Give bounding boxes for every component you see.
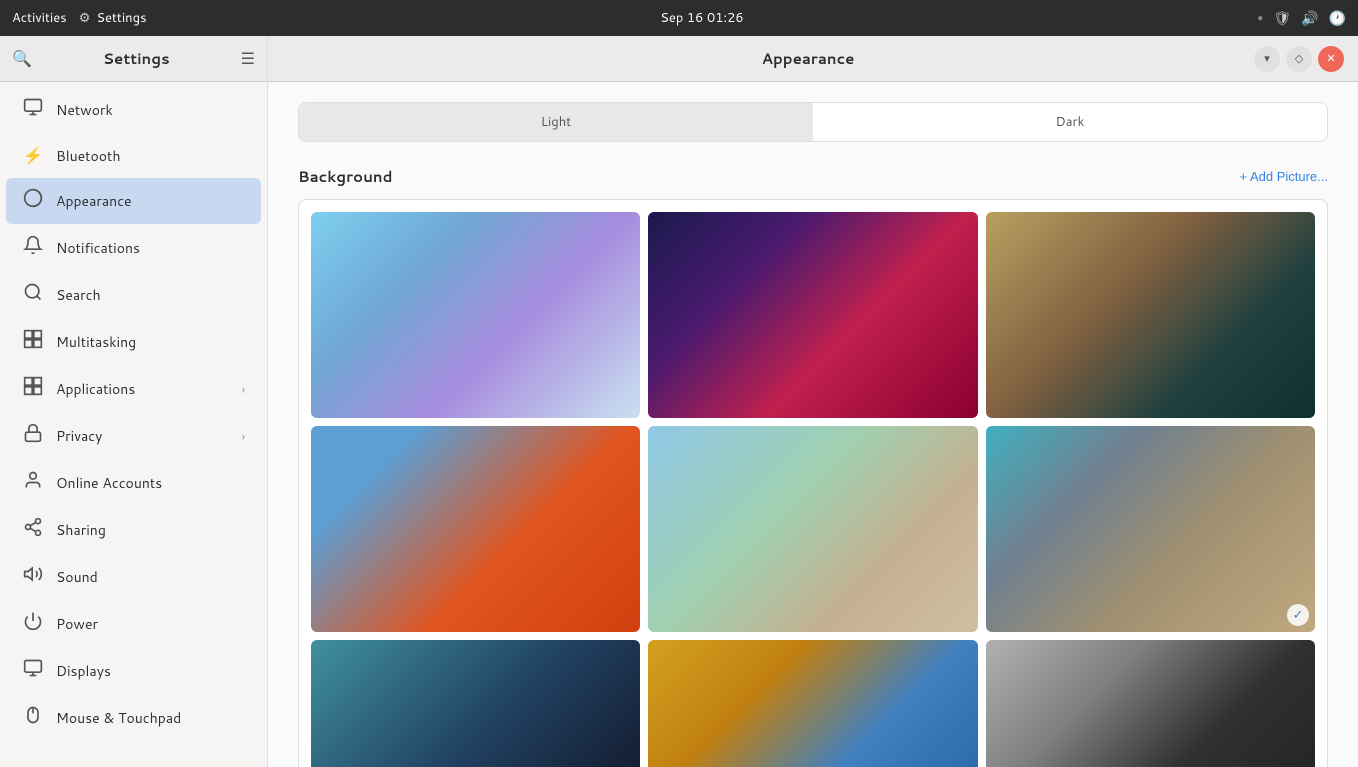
network-icon	[22, 97, 44, 123]
sound-icon	[22, 564, 44, 590]
background-section-header: Background + Add Picture...	[298, 166, 1328, 187]
multitasking-icon	[22, 329, 44, 355]
sidebar-item-applications[interactable]: Applications ›	[6, 366, 261, 412]
dot-icon: ●	[1257, 11, 1263, 25]
sidebar-nav: Network ⚡ Bluetooth Appearance Notificat…	[0, 82, 267, 746]
sidebar-item-label-power: Power	[56, 614, 245, 634]
sidebar-item-bluetooth[interactable]: ⚡ Bluetooth	[6, 134, 261, 177]
online-accounts-icon	[22, 470, 44, 496]
window-close-button[interactable]: ✕	[1318, 46, 1344, 72]
sharing-icon	[22, 517, 44, 543]
settings-gear-icon: ⚙	[79, 9, 91, 27]
main-panel: Appearance ▾ ◇ ✕ Light Dark Background +…	[268, 36, 1358, 767]
sidebar-item-mouse-touchpad[interactable]: Mouse & Touchpad	[6, 695, 261, 741]
sidebar-item-power[interactable]: Power	[6, 601, 261, 647]
topbar-settings: ⚙ Settings	[79, 9, 147, 27]
theme-toggle: Light Dark	[298, 102, 1328, 142]
wallpaper-item-9[interactable]	[986, 640, 1315, 767]
sidebar-item-sharing[interactable]: Sharing	[6, 507, 261, 553]
sidebar-item-label-privacy: Privacy	[56, 426, 230, 446]
window-diamond-button[interactable]: ◇	[1286, 46, 1312, 72]
sidebar-item-label-applications: Applications	[56, 379, 230, 399]
wallpaper-grid: ✓	[298, 199, 1328, 767]
sidebar: 🔍 Settings ☰ Network ⚡ Bluetooth Appeara…	[0, 36, 268, 767]
wallpaper-item-7[interactable]	[311, 640, 640, 767]
notifications-icon	[22, 235, 44, 261]
wallpaper-item-6[interactable]: ✓	[986, 426, 1315, 632]
sidebar-item-label-displays: Displays	[56, 661, 245, 681]
sidebar-item-label-multitasking: Multitasking	[56, 332, 245, 352]
topbar-left: Activities ⚙ Settings	[12, 9, 147, 27]
sidebar-item-online-accounts[interactable]: Online Accounts	[6, 460, 261, 506]
wallpaper-item-2[interactable]	[648, 212, 977, 418]
sidebar-item-label-mouse-touchpad: Mouse & Touchpad	[56, 708, 245, 728]
shield-icon: 🛡	[1273, 8, 1291, 28]
sidebar-item-label-sharing: Sharing	[56, 520, 245, 540]
sidebar-item-label-search: Search	[56, 285, 245, 305]
main-content: Light Dark Background + Add Picture... ✓	[268, 82, 1358, 767]
sidebar-item-label-notifications: Notifications	[56, 238, 245, 258]
sidebar-item-label-bluetooth: Bluetooth	[56, 146, 245, 166]
topbar: Activities ⚙ Settings Sep 16 01:26 ● 🛡 🔊…	[0, 0, 1358, 36]
privacy-chevron-icon: ›	[242, 428, 245, 445]
sidebar-title: Settings	[103, 48, 170, 69]
sidebar-item-search[interactable]: Search	[6, 272, 261, 318]
main-panel-title: Appearance	[762, 48, 855, 69]
wallpaper-item-5[interactable]	[648, 426, 977, 632]
applications-chevron-icon: ›	[242, 381, 245, 398]
sidebar-item-label-appearance: Appearance	[56, 191, 245, 211]
topbar-settings-label: Settings	[96, 9, 146, 27]
power-icon	[22, 611, 44, 637]
wallpaper-item-1[interactable]	[311, 212, 640, 418]
activities-button[interactable]: Activities	[12, 9, 67, 27]
applications-icon	[22, 376, 44, 402]
sidebar-search-icon[interactable]: 🔍	[12, 47, 32, 70]
main-header: Appearance ▾ ◇ ✕	[268, 36, 1358, 82]
sidebar-item-label-online-accounts: Online Accounts	[56, 473, 245, 493]
sidebar-item-network[interactable]: Network	[6, 87, 261, 133]
theme-dark-option[interactable]: Dark	[813, 103, 1327, 141]
appearance-icon	[22, 188, 44, 214]
search-icon	[22, 282, 44, 308]
topbar-right: ● 🛡 🔊 🕐	[1257, 8, 1346, 28]
mouse-icon	[22, 705, 44, 731]
sidebar-item-privacy[interactable]: Privacy ›	[6, 413, 261, 459]
theme-light-option[interactable]: Light	[299, 103, 813, 141]
add-picture-button[interactable]: + Add Picture...	[1239, 169, 1328, 184]
bluetooth-icon: ⚡	[22, 144, 44, 167]
window-controls: ▾ ◇ ✕	[1254, 46, 1344, 72]
privacy-icon	[22, 423, 44, 449]
wallpaper-item-4[interactable]	[311, 426, 640, 632]
displays-icon	[22, 658, 44, 684]
sidebar-item-sound[interactable]: Sound	[6, 554, 261, 600]
topbar-datetime: Sep 16 01:26	[660, 9, 743, 27]
sidebar-item-multitasking[interactable]: Multitasking	[6, 319, 261, 365]
wallpaper-selected-icon: ✓	[1287, 604, 1309, 626]
background-section-title: Background	[298, 166, 393, 187]
sidebar-item-notifications[interactable]: Notifications	[6, 225, 261, 271]
sidebar-item-label-sound: Sound	[56, 567, 245, 587]
app-window: 🔍 Settings ☰ Network ⚡ Bluetooth Appeara…	[0, 36, 1358, 767]
wallpaper-item-3[interactable]	[986, 212, 1315, 418]
wallpaper-item-8[interactable]	[648, 640, 977, 767]
sidebar-header: 🔍 Settings ☰	[0, 36, 267, 82]
sidebar-menu-icon[interactable]: ☰	[241, 47, 255, 70]
sidebar-item-displays[interactable]: Displays	[6, 648, 261, 694]
speaker-icon: 🔊	[1301, 8, 1318, 28]
sidebar-item-label-network: Network	[56, 100, 245, 120]
sidebar-item-appearance[interactable]: Appearance	[6, 178, 261, 224]
clock-icon: 🕐	[1329, 8, 1346, 28]
window-down-button[interactable]: ▾	[1254, 46, 1280, 72]
